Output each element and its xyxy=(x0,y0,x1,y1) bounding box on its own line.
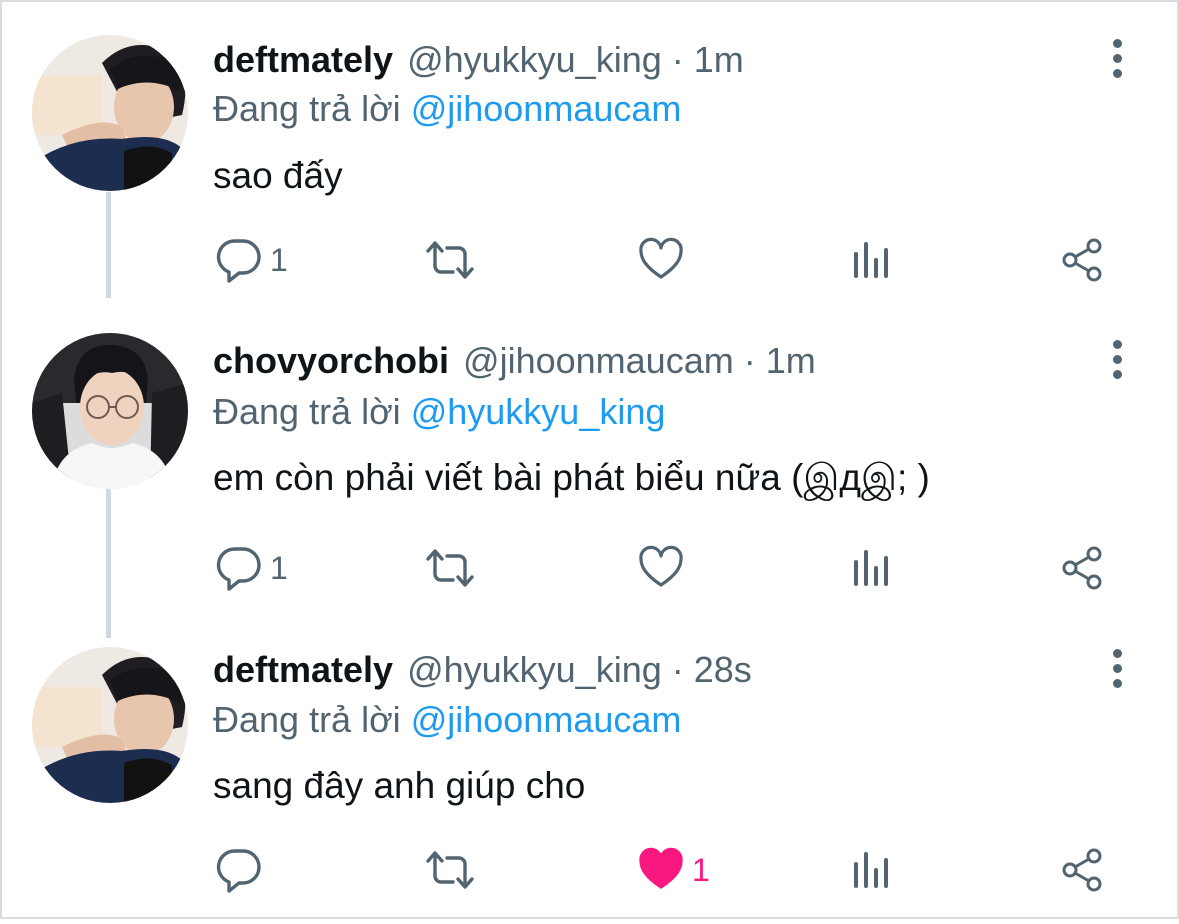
timestamp[interactable]: 28s xyxy=(694,648,752,692)
tweet-actions: 1 xyxy=(2,538,1179,598)
reply-icon xyxy=(216,239,261,283)
like-count: 1 xyxy=(692,851,710,888)
share-icon xyxy=(1062,238,1102,282)
share-button[interactable] xyxy=(1060,230,1106,290)
retweet-button[interactable] xyxy=(422,538,486,598)
retweet-icon xyxy=(426,549,474,587)
heart-icon xyxy=(639,237,683,279)
tweet-header: chovyorchobi @jihoonmaucam · 1m xyxy=(213,339,816,383)
reply-icon xyxy=(216,547,261,591)
reply-button[interactable]: 1 xyxy=(216,230,288,290)
user-handle[interactable]: @hyukkyu_king xyxy=(407,38,662,82)
display-name[interactable]: deftmately xyxy=(213,648,393,692)
retweet-icon xyxy=(426,241,474,279)
views-icon xyxy=(854,852,888,888)
tweet-text: sang đây anh giúp cho xyxy=(213,765,586,806)
retweet-button[interactable] xyxy=(422,230,486,290)
replying-to: Đang trả lời @jihoonmaucam xyxy=(213,87,681,131)
views-button[interactable] xyxy=(852,230,892,290)
separator: · xyxy=(671,39,684,80)
share-icon xyxy=(1062,848,1102,892)
more-vertical-icon[interactable] xyxy=(1102,339,1132,379)
reply-thread: deftmately @hyukkyu_king · 1m Đang trả l… xyxy=(0,0,1179,919)
reply-count: 1 xyxy=(270,549,288,586)
user-handle[interactable]: @jihoonmaucam xyxy=(463,339,734,383)
more-vertical-icon[interactable] xyxy=(1102,648,1132,688)
reply-prefix: Đang trả lời xyxy=(213,391,401,432)
retweet-icon xyxy=(426,851,474,889)
tweet[interactable]: chovyorchobi @jihoonmaucam · 1m Đang trả… xyxy=(2,312,1179,622)
separator: · xyxy=(671,649,684,690)
reply-mention[interactable]: @jihoonmaucam xyxy=(411,699,682,740)
heart-icon xyxy=(639,847,683,889)
retweet-button[interactable] xyxy=(422,840,486,900)
display-name[interactable]: deftmately xyxy=(213,38,393,82)
avatar[interactable] xyxy=(32,647,188,803)
like-button[interactable]: 1 xyxy=(638,840,710,900)
tweet-actions: 1 xyxy=(2,840,1179,900)
views-button[interactable] xyxy=(852,538,892,598)
user-handle[interactable]: @hyukkyu_king xyxy=(407,648,662,692)
tweet[interactable]: deftmately @hyukkyu_king · 28s Đang trả … xyxy=(2,614,1179,924)
separator: · xyxy=(743,340,756,381)
reply-mention[interactable]: @jihoonmaucam xyxy=(411,88,682,129)
views-icon xyxy=(854,242,888,278)
reply-prefix: Đang trả lời xyxy=(213,88,401,129)
tweet[interactable]: deftmately @hyukkyu_king · 1m Đang trả l… xyxy=(2,2,1179,312)
more-vertical-icon[interactable] xyxy=(1102,38,1132,78)
like-button[interactable] xyxy=(638,230,692,290)
avatar[interactable] xyxy=(32,35,188,191)
tweet-header: deftmately @hyukkyu_king · 28s xyxy=(213,648,752,692)
reply-mention[interactable]: @hyukkyu_king xyxy=(411,391,666,432)
heart-icon xyxy=(639,545,683,587)
reply-button[interactable]: 1 xyxy=(216,538,288,598)
reply-icon xyxy=(216,849,261,893)
avatar[interactable] xyxy=(32,333,188,489)
timestamp[interactable]: 1m xyxy=(766,339,816,383)
tweet-header: deftmately @hyukkyu_king · 1m xyxy=(213,38,744,82)
replying-to: Đang trả lời @hyukkyu_king xyxy=(213,390,665,434)
timestamp[interactable]: 1m xyxy=(694,38,744,82)
views-icon xyxy=(854,550,888,586)
tweet-text: sao đấy xyxy=(213,155,343,196)
share-button[interactable] xyxy=(1060,538,1106,598)
tweet-text: em còn phải viết bài phát biểu nữa (இдஇ;… xyxy=(213,457,930,498)
share-button[interactable] xyxy=(1060,840,1106,900)
display-name[interactable]: chovyorchobi xyxy=(213,339,449,383)
reply-count: 1 xyxy=(270,241,288,278)
reply-prefix: Đang trả lời xyxy=(213,699,401,740)
share-icon xyxy=(1062,546,1102,590)
replying-to: Đang trả lời @jihoonmaucam xyxy=(213,698,681,742)
tweet-actions: 1 xyxy=(2,230,1179,290)
reply-button[interactable] xyxy=(216,840,270,900)
views-button[interactable] xyxy=(852,840,892,900)
like-button[interactable] xyxy=(638,538,692,598)
